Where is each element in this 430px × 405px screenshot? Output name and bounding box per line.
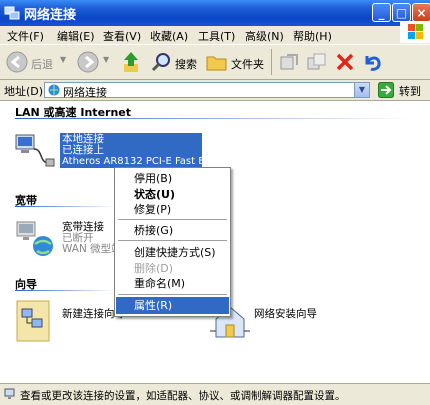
back-icon[interactable] [6, 51, 28, 73]
menu-help[interactable]: 帮助(H) [293, 28, 332, 44]
menu-item-properties[interactable]: 属性(R) [116, 297, 229, 314]
title-bar[interactable]: 网络连接 _ □ × [0, 0, 430, 26]
menu-file[interactable]: 文件(F) [7, 28, 44, 44]
back-dropdown-icon[interactable]: ▼ [60, 55, 66, 64]
copy-to-icon[interactable] [306, 52, 328, 72]
broadband-connection-icon [16, 221, 53, 256]
network-setup-wizard-label: 网络安装向导 [254, 308, 317, 320]
menu-item-create-shortcut[interactable]: 创建快捷方式(S) [116, 244, 229, 261]
network-connections-icon [4, 6, 20, 20]
group-separator [15, 290, 115, 291]
folders-icon[interactable] [206, 52, 228, 72]
undo-icon[interactable] [361, 51, 383, 73]
maximize-button[interactable]: □ [392, 3, 411, 22]
address-input[interactable]: 网络连接 ▼ [44, 82, 370, 99]
toolbar-divider [271, 49, 272, 75]
minimize-button[interactable]: _ [372, 3, 391, 22]
menu-item-disable[interactable]: 停用(B) [116, 170, 229, 187]
status-text: 查看或更改该连接的设置，如适配器、协议、或调制解调器配置设置。 [20, 390, 346, 402]
lan-connection-status: 已连接上 [62, 144, 104, 156]
new-connection-wizard-icon [16, 300, 50, 342]
toolbar: 后退 ▼ ▼ 搜索 文件夹 [0, 44, 430, 80]
context-menu: 停用(B) 状态(U) 修复(P) 桥接(G) 创建快捷方式(S) 删除(D) … [114, 167, 231, 317]
close-button[interactable]: × [412, 3, 430, 22]
status-bar: 查看或更改该连接的设置，如适配器、协议、或调制解调器配置设置。 [0, 383, 430, 405]
broadband-connection-device: WAN 微型端 [62, 243, 122, 255]
folders-button-label[interactable]: 文件夹 [231, 56, 264, 72]
menu-bar: 文件(F) 编辑(E) 查看(V) 收藏(A) 工具(T) 高级(N) 帮助(H… [0, 26, 430, 44]
forward-dropdown-icon[interactable]: ▼ [103, 55, 109, 64]
up-folder-icon[interactable] [120, 50, 142, 74]
network-folder-icon [48, 84, 60, 96]
window-title: 网络连接 [24, 8, 77, 23]
menu-separator [118, 219, 227, 220]
menu-item-rename[interactable]: 重命名(M) [116, 275, 229, 292]
lan-connection-icon [15, 134, 55, 167]
search-button-label[interactable]: 搜索 [175, 56, 197, 72]
search-icon[interactable] [150, 51, 172, 73]
address-bar: 地址(D) 网络连接 ▼ 转到 [0, 80, 430, 101]
menu-edit[interactable]: 编辑(E) [57, 28, 95, 44]
network-status-icon [4, 388, 15, 399]
move-to-icon[interactable] [278, 52, 300, 72]
windows-logo-icon [400, 21, 430, 43]
menu-advanced[interactable]: 高级(N) [245, 28, 284, 44]
menu-view[interactable]: 查看(V) [103, 28, 141, 44]
delete-icon[interactable] [334, 51, 356, 73]
go-arrow-icon [378, 82, 394, 98]
menu-tools[interactable]: 工具(T) [198, 28, 235, 44]
group-separator [15, 118, 410, 119]
forward-icon[interactable] [77, 51, 99, 73]
lan-connection-item[interactable]: 本地连接 已连接上 Atheros AR8132 PCI-E Fast Et..… [13, 129, 218, 169]
group-separator [15, 206, 115, 207]
go-label: 转到 [399, 85, 421, 98]
menu-item-bridge[interactable]: 桥接(G) [116, 222, 229, 239]
go-button[interactable]: 转到 [378, 82, 424, 98]
address-value: 网络连接 [63, 86, 107, 99]
menu-separator [118, 294, 227, 295]
lan-connection-device: Atheros AR8132 PCI-E Fast Et... [62, 156, 219, 167]
address-label: 地址(D) [4, 85, 44, 98]
menu-favorites[interactable]: 收藏(A) [150, 28, 188, 44]
address-dropdown-icon[interactable]: ▼ [354, 83, 369, 97]
menu-separator [118, 240, 227, 241]
back-button-label[interactable]: 后退 [31, 56, 53, 72]
menu-item-repair[interactable]: 修复(P) [116, 201, 229, 218]
